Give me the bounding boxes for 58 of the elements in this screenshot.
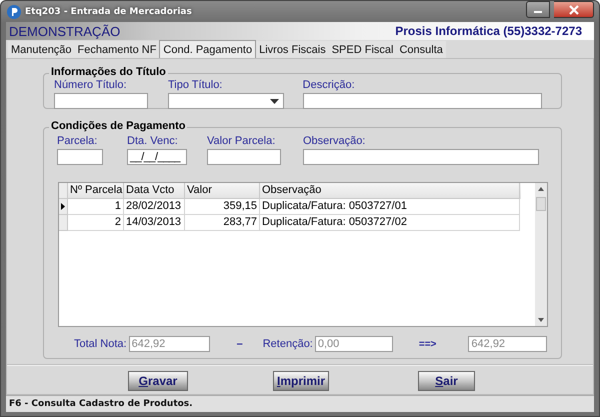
column-header[interactable]: Valor [185, 183, 260, 199]
minus-sign: – [236, 338, 243, 350]
input-field[interactable] [303, 149, 539, 165]
table-cell: 14/03/2013 [124, 215, 185, 231]
field-label: Observação: [303, 135, 366, 148]
company-name: DEMONSTRAÇÃO [9, 24, 120, 38]
tab[interactable]: Cond. Pagamento [159, 40, 256, 58]
input-field[interactable] [302, 93, 542, 109]
table-cell: 2 [68, 215, 124, 231]
retention-field: 0,00 [314, 336, 393, 352]
field-label: Tipo Título: [168, 79, 224, 92]
input-field[interactable]: __/__/____ [127, 149, 187, 165]
total-field: 642,92 [128, 336, 210, 352]
scrollbar[interactable] [535, 183, 547, 326]
table-cell: 28/02/2013 [124, 199, 185, 215]
action-button[interactable]: Gravar [128, 371, 188, 391]
field-label: Dta. Venc: [127, 135, 179, 148]
table-cell: Duplicata/Fatura: 0503727/01 [260, 199, 520, 215]
column-header[interactable]: Observação [260, 183, 520, 199]
table-cell: 283,77 [185, 215, 260, 231]
group-title: Condições de Pagamento [49, 120, 188, 132]
arrow-sign: ==> [418, 338, 436, 350]
window-title: Etq203 - Entrada de Mercadorias [25, 6, 192, 16]
table-cell: 1 [68, 199, 124, 215]
action-button[interactable]: Sair [418, 371, 475, 391]
column-header[interactable]: Data Vcto [124, 183, 185, 199]
tab[interactable]: Livros Fiscais [256, 41, 329, 58]
vendor-info: Prosis Informática (55)3332-7273 [395, 24, 582, 38]
tab[interactable]: Manutenção [8, 41, 75, 58]
caret-icon [270, 98, 279, 104]
close-icon [568, 4, 578, 14]
field-label: Descrição: [302, 79, 356, 92]
app-icon [7, 4, 21, 18]
field-label: Número Título: [54, 79, 128, 92]
close-button[interactable] [554, 1, 594, 18]
row-indicator[interactable] [59, 199, 68, 215]
column-header[interactable]: Nº Parcela [68, 183, 124, 199]
table-cell: Duplicata/Fatura: 0503727/02 [260, 215, 520, 231]
table-cell: 359,15 [185, 199, 260, 215]
field-label: Valor Parcela: [207, 135, 276, 148]
result-field: 642,92 [468, 336, 548, 352]
minimize-button[interactable] [526, 1, 550, 18]
retention-label: Retenção: [262, 338, 313, 350]
field-label: Parcela: [57, 135, 98, 148]
input-field[interactable] [207, 149, 281, 165]
total-label: Total Nota: [74, 338, 127, 350]
tab[interactable]: Consulta [396, 41, 446, 58]
group-title: Informações do Título [49, 66, 168, 78]
dropdown-field[interactable] [168, 93, 284, 109]
status-text: F6 - Consulta Cadastro de Produtos. [9, 399, 193, 409]
tab[interactable]: Fechamento NF [74, 41, 160, 58]
tab[interactable]: SPED Fiscal [328, 41, 396, 58]
input-field[interactable] [57, 149, 103, 165]
row-pointer-icon [61, 203, 65, 210]
scroll-thumb[interactable] [536, 197, 546, 211]
action-button[interactable]: Imprimir [273, 371, 329, 391]
header-corner [59, 183, 68, 199]
input-field[interactable] [54, 93, 148, 109]
